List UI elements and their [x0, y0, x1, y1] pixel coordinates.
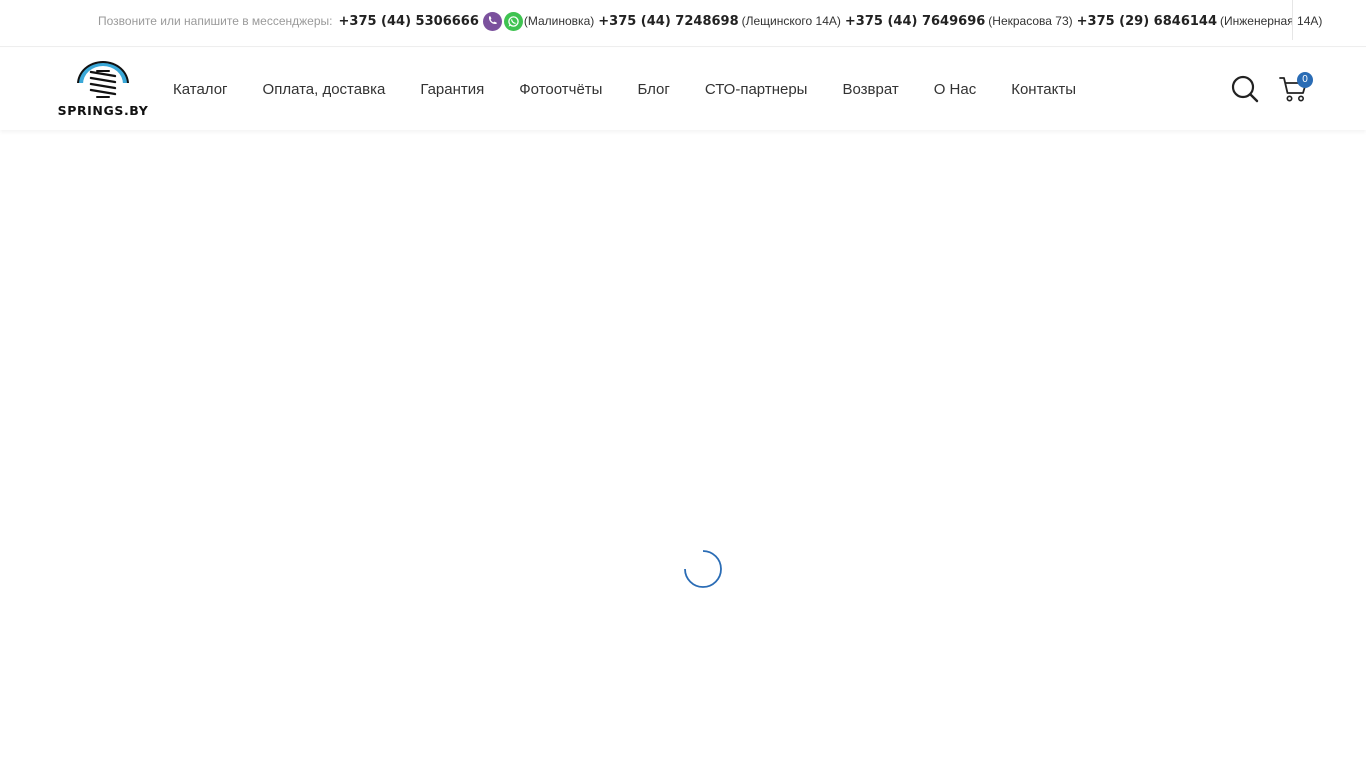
topbar-divider: [1292, 0, 1293, 40]
site-logo[interactable]: SPRINGS.BY: [53, 60, 153, 118]
phone-link-2[interactable]: +375 (44) 7248698: [598, 14, 738, 29]
location-label-4: (Инженерная 14А): [1220, 14, 1323, 28]
whatsapp-icon[interactable]: [503, 11, 523, 31]
contact-bar: Позвоните или напишите в мессенджеры: +3…: [0, 0, 1366, 47]
phone-link-3[interactable]: +375 (44) 7649696: [845, 14, 985, 29]
loading-spinner-icon: [683, 549, 723, 589]
cart-count-badge: 0: [1297, 72, 1313, 88]
nav-blog[interactable]: Блог: [637, 81, 669, 98]
nav-warranty[interactable]: Гарантия: [420, 81, 484, 98]
nav-sto-partners[interactable]: СТО-партнеры: [705, 81, 808, 98]
location-label-2: (Лещинского 14А): [741, 14, 841, 28]
location-label-3: (Некрасова 73): [988, 14, 1073, 28]
nav-contacts[interactable]: Контакты: [1011, 81, 1076, 98]
contact-prompt: Позвоните или напишите в мессенджеры:: [98, 14, 333, 28]
nav-catalog[interactable]: Каталог: [173, 81, 228, 98]
phone-link-1[interactable]: +375 (44) 5306666: [339, 14, 479, 29]
search-icon[interactable]: [1230, 74, 1260, 104]
main-header: SPRINGS.BY Каталог Оплата, доставка Гара…: [0, 48, 1366, 130]
nav-returns[interactable]: Возврат: [842, 81, 898, 98]
contact-bar-content: Позвоните или напишите в мессенджеры: +3…: [98, 0, 1324, 42]
location-label-1: (Малиновка): [523, 14, 595, 28]
svg-text:SPRINGS.BY: SPRINGS.BY: [58, 103, 149, 118]
phone-link-4[interactable]: +375 (29) 6846144: [1077, 14, 1217, 29]
viber-icon[interactable]: [482, 11, 502, 31]
nav-photo-reports[interactable]: Фотоотчёты: [519, 81, 602, 98]
nav-payment-delivery[interactable]: Оплата, доставка: [263, 81, 386, 98]
main-nav: Каталог Оплата, доставка Гарантия Фотоот…: [173, 48, 1111, 130]
nav-about[interactable]: О Нас: [934, 81, 977, 98]
